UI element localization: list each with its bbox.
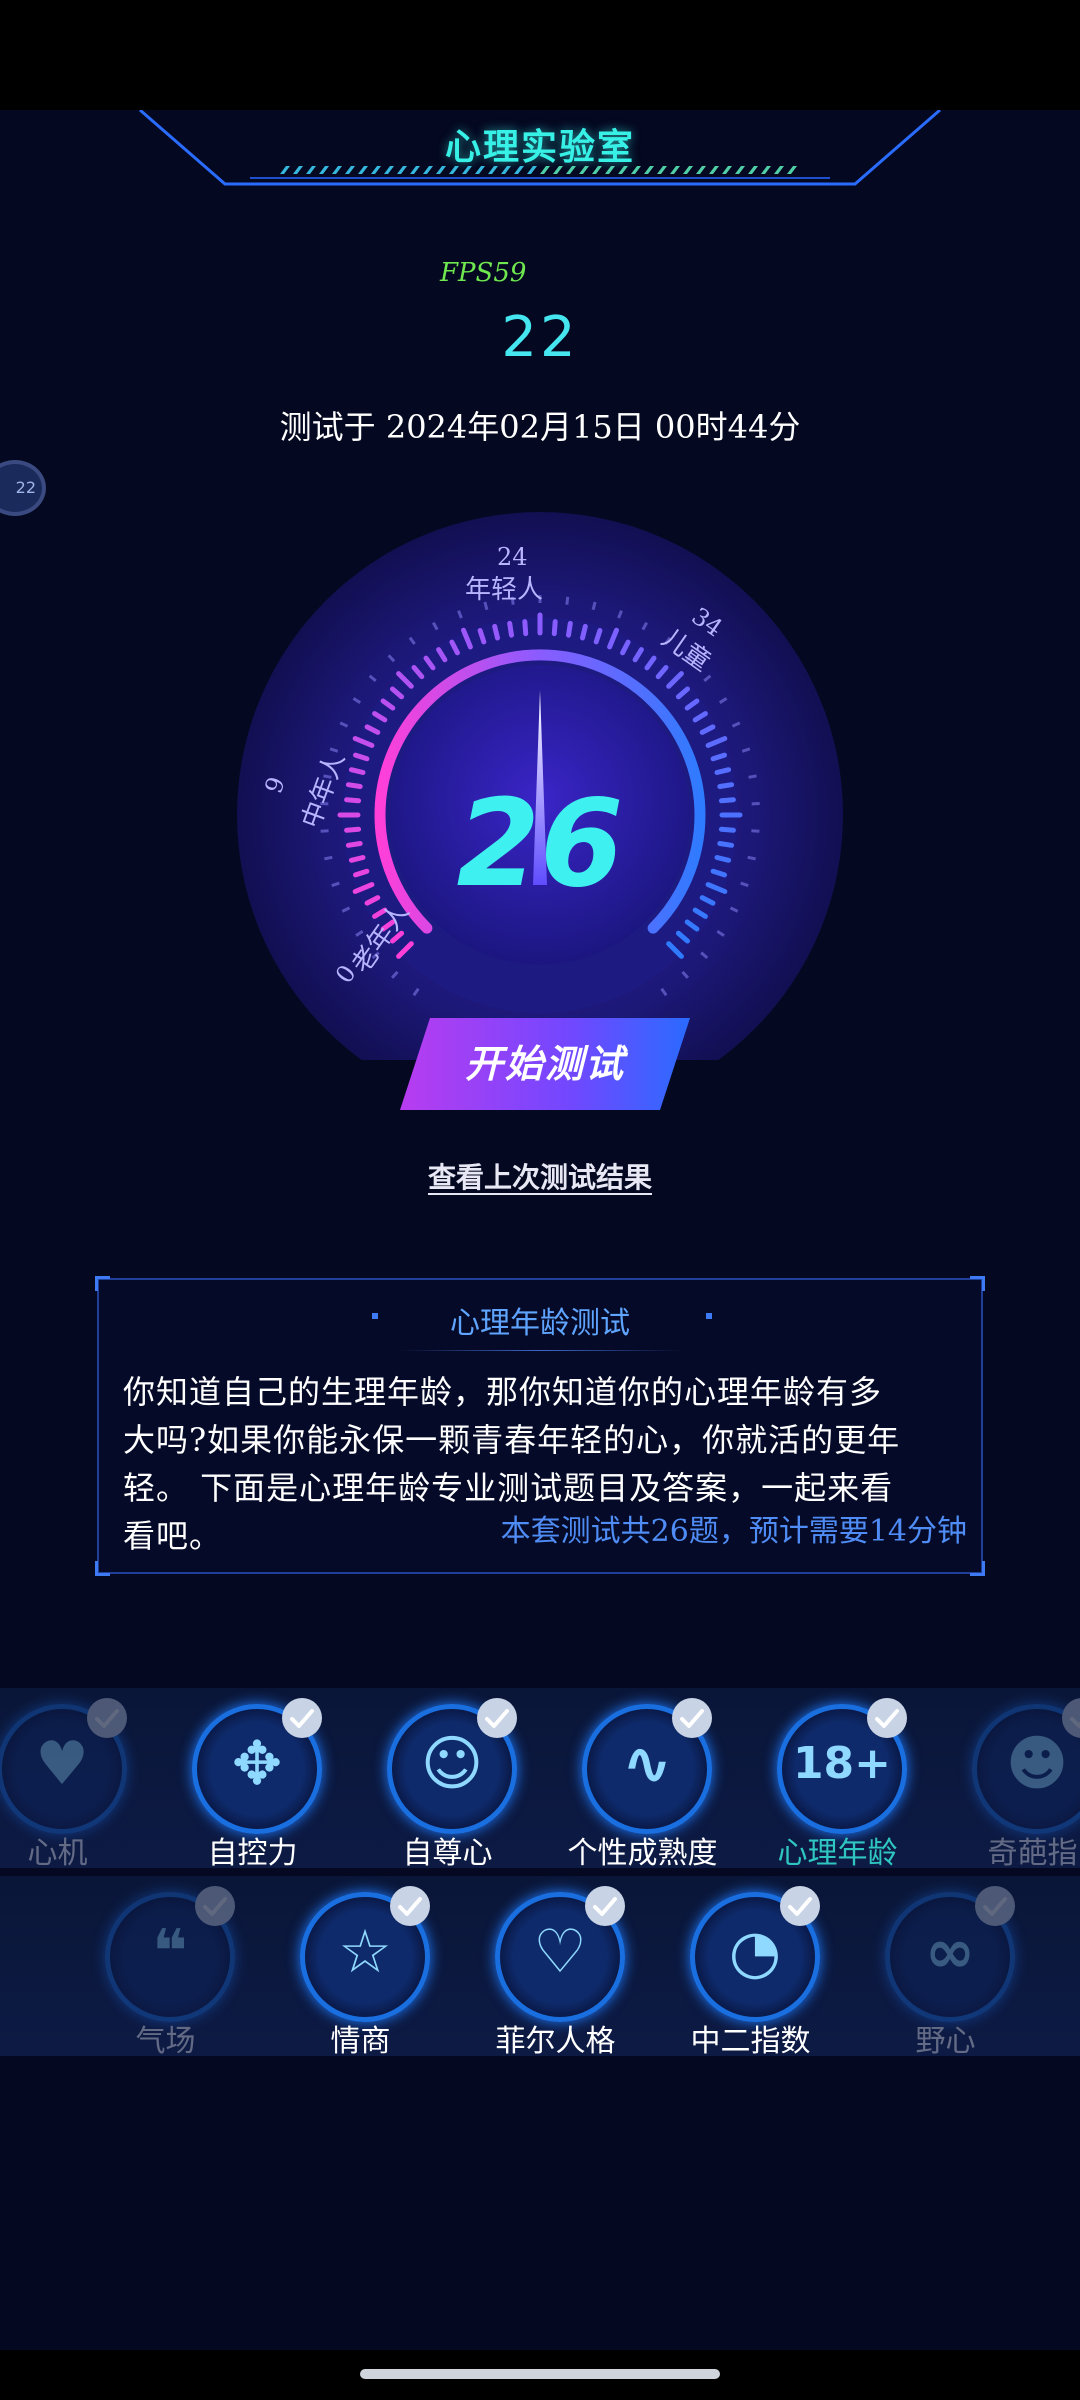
test-card[interactable]: ✥ 自控力 [155, 1688, 350, 1868]
age-gauge: 26 24 年轻人 34 儿童 9 中年人 0 老年人 [0, 480, 1080, 1118]
test-label: 野心 [915, 2024, 976, 2056]
test-label: 奇葩指 [987, 1836, 1078, 1868]
check-icon [975, 1886, 1015, 1926]
test-label: 中二指数 [690, 2024, 811, 2056]
check-icon [390, 1886, 430, 1926]
card-corner [970, 1561, 985, 1576]
page-title: 心理实验室 [444, 127, 635, 168]
test-label: 情商 [330, 2024, 391, 2056]
check-icon [1062, 1698, 1080, 1738]
check-icon [195, 1886, 235, 1926]
intro-meta: 本套测试共26题，预计需要14分钟 [500, 1514, 967, 1549]
test-card[interactable]: ♥ 心机 [0, 1688, 155, 1868]
check-icon [585, 1886, 625, 1926]
intro-divider [399, 1350, 685, 1351]
test-card[interactable]: ☺ 自尊心 [350, 1688, 545, 1868]
check-icon [477, 1698, 517, 1738]
intro-line: 你知道自己的生理年龄，那你知道你的心理年龄有多 [123, 1373, 883, 1411]
check-icon [780, 1886, 820, 1926]
test-date: 测试于 2024年02月15日 00时44分 [279, 408, 801, 446]
test-list-row-2[interactable]: ❝ 气场 ☆ 情商 ♡ 菲尔人格 ◔ 中二指数 ∞ 野心 [0, 1876, 1080, 2056]
psych-age-small: 22 [501, 305, 579, 370]
check-icon [87, 1698, 127, 1738]
test-list-row-1[interactable]: ♥ 心机 ✥ 自控力 ☺ 自尊心 ∿ 个性成熟度 18+ 心理年龄 ☻ 奇葩指 [0, 1688, 1080, 1868]
view-last-result-link[interactable]: 查看上次测试结果 [0, 1156, 1080, 1196]
gauge-value: 26 [457, 775, 624, 914]
test-label: 自控力 [207, 1836, 298, 1868]
test-card[interactable]: ∞ 野心 [848, 1876, 1043, 2056]
card-corner [95, 1276, 110, 1291]
check-icon [282, 1698, 322, 1738]
test-label: 自尊心 [402, 1836, 493, 1868]
check-icon [867, 1698, 907, 1738]
home-indicator[interactable] [360, 2369, 720, 2379]
start-test-label: 开始测试 [464, 1042, 625, 1086]
test-label: 个性成熟度 [567, 1836, 718, 1868]
header: 心理实验室 [0, 108, 1080, 190]
test-card[interactable]: ∿ 个性成熟度 [545, 1688, 740, 1868]
test-card[interactable]: ☆ 情商 [263, 1876, 458, 2056]
test-card[interactable]: ❝ 气场 [68, 1876, 263, 2056]
status-bar [0, 0, 1080, 110]
check-icon [672, 1698, 712, 1738]
test-label: 气场 [135, 2024, 196, 2056]
start-test-button[interactable]: 开始测试 [400, 1018, 690, 1110]
test-label: 心机 [27, 1836, 88, 1868]
intro-card: 心理年龄测试 你知道自己的生理年龄，那你知道你的心理年龄有多 大吗?如果你能永保… [95, 1276, 985, 1576]
test-card[interactable]: ☻ 奇葩指 [935, 1688, 1080, 1868]
card-corner [970, 1276, 985, 1291]
intro-line: 大吗?如果你能永保一颗青春年轻的心，你就活的更年 [123, 1421, 901, 1459]
intro-title: 心理年龄测试 [450, 1306, 630, 1341]
intro-line: 轻。 下面是心理年龄专业测试题目及答案，一起来看 [123, 1469, 894, 1507]
test-label: 心理年龄 [777, 1836, 898, 1868]
label-young-number: 24 [497, 543, 528, 571]
test-card[interactable]: 18+ 心理年龄 [740, 1688, 935, 1868]
test-label: 菲尔人格 [495, 2024, 616, 2056]
fps-counter: FPS59 [440, 258, 527, 288]
test-card[interactable]: ♡ 菲尔人格 [458, 1876, 653, 2056]
test-card[interactable]: ◔ 中二指数 [653, 1876, 848, 2056]
card-corner [95, 1561, 110, 1576]
label-young-text: 年轻人 [465, 575, 543, 605]
